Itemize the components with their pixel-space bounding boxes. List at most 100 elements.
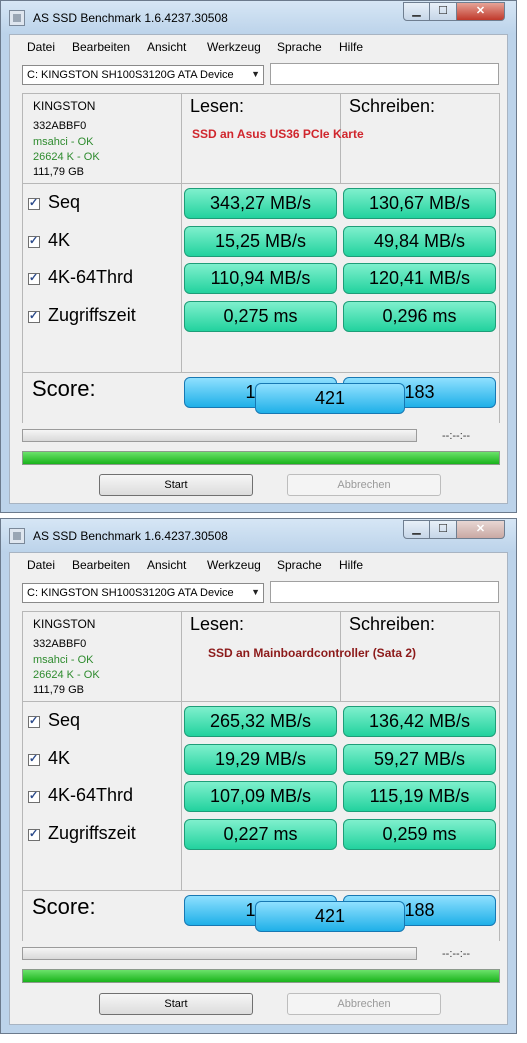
results-grid: KINGSTON 332ABBF0 msahci - OK 26624 K - …	[22, 93, 500, 423]
checkbox-zugriffszeit[interactable]	[28, 309, 40, 323]
chevron-down-icon[interactable]: ▼	[251, 69, 260, 79]
drive-info-panel: KINGSTON 332ABBF0 msahci - OK 26624 K - …	[22, 93, 182, 184]
score-total: 421	[255, 901, 405, 932]
access-time-write-value: 0,296 ms	[343, 301, 496, 332]
menu-bar: Datei Bearbeiten Ansicht Werkzeug Sprach…	[10, 553, 507, 575]
4k-read-value: 15,25 MB/s	[184, 226, 337, 257]
cancel-button[interactable]: Abbrechen	[287, 474, 441, 496]
total-progress-fill	[23, 970, 499, 982]
task-progress-bar	[22, 947, 417, 960]
start-button[interactable]: Start	[99, 993, 253, 1015]
driver-status: msahci - OK	[33, 654, 94, 666]
status-field	[270, 581, 499, 603]
access-time-write-value: 0,259 ms	[343, 819, 496, 850]
close-icon: ✕	[475, 523, 486, 535]
menu-bar: Datei Bearbeiten Ansicht Werkzeug Sprach…	[10, 35, 507, 57]
row-label-4k: 4K	[48, 748, 71, 768]
annotation-text: SSD an Mainboardcontroller (Sata 2)	[208, 646, 417, 660]
menu-ansicht[interactable]: Ansicht	[147, 558, 186, 572]
close-button[interactable]: ✕	[456, 520, 505, 539]
drive-select[interactable]: C: KINGSTON SH100S3120G ATA Device ▼	[22, 65, 264, 85]
window-title: AS SSD Benchmark 1.6.4237.30508	[33, 529, 228, 543]
maximize-icon: ☐	[438, 523, 448, 535]
close-icon: ✕	[475, 5, 486, 17]
write-header: Schreiben:	[349, 96, 436, 116]
menu-datei[interactable]: Datei	[27, 40, 55, 54]
minimize-button[interactable]: ▁	[403, 2, 430, 21]
checkbox-seq[interactable]	[28, 196, 40, 210]
annotation-text: SSD an Asus US36 PCIe Karte	[192, 127, 364, 141]
close-button[interactable]: ✕	[456, 2, 505, 21]
total-progress-bar	[22, 969, 500, 983]
title-bar[interactable]: AS SSD Benchmark 1.6.4237.30508 ▁ ☐ ✕	[1, 519, 516, 552]
row-label-seq: Seq	[48, 192, 81, 212]
score-label: Score:	[32, 376, 96, 401]
app-icon[interactable]	[9, 528, 25, 544]
drive-select-value: C: KINGSTON SH100S3120G ATA Device	[27, 587, 234, 599]
drive-size: 111,79 GB	[33, 166, 84, 178]
minimize-button[interactable]: ▁	[403, 520, 430, 539]
drive-select-value: C: KINGSTON SH100S3120G ATA Device	[27, 69, 234, 81]
benchmark-window-2: AS SSD Benchmark 1.6.4237.30508 ▁ ☐ ✕ Da…	[0, 518, 517, 1034]
4k-write-value: 59,27 MB/s	[343, 744, 496, 775]
checkbox-4k-64thrd[interactable]	[28, 271, 40, 285]
seq-read-value: 265,32 MB/s	[184, 706, 337, 737]
seq-write-value: 136,42 MB/s	[343, 706, 496, 737]
menu-datei[interactable]: Datei	[27, 558, 55, 572]
menu-hilfe[interactable]: Hilfe	[339, 40, 363, 54]
maximize-button[interactable]: ☐	[429, 2, 457, 21]
status-field	[270, 63, 499, 85]
seq-write-value: 130,67 MB/s	[343, 188, 496, 219]
results-grid: KINGSTON 332ABBF0 msahci - OK 26624 K - …	[22, 611, 500, 941]
drive-info-panel: KINGSTON 332ABBF0 msahci - OK 26624 K - …	[22, 611, 182, 702]
row-label-4k: 4K	[48, 230, 71, 250]
chevron-down-icon[interactable]: ▼	[251, 587, 260, 597]
score-label: Score:	[32, 894, 96, 919]
checkbox-4k[interactable]	[28, 234, 40, 248]
menu-hilfe[interactable]: Hilfe	[339, 558, 363, 572]
checkbox-4k[interactable]	[28, 752, 40, 766]
title-bar[interactable]: AS SSD Benchmark 1.6.4237.30508 ▁ ☐ ✕	[1, 1, 516, 34]
total-progress-fill	[23, 452, 499, 464]
drive-firmware: 332ABBF0	[33, 638, 87, 650]
row-label-4k-64thrd: 4K-64Thrd	[48, 267, 134, 287]
seq-read-value: 343,27 MB/s	[184, 188, 337, 219]
menu-ansicht[interactable]: Ansicht	[147, 40, 186, 54]
benchmark-window-1: AS SSD Benchmark 1.6.4237.30508 ▁ ☐ ✕ Da…	[0, 0, 517, 513]
menu-werkzeug[interactable]: Werkzeug	[207, 558, 261, 572]
checkbox-zugriffszeit[interactable]	[28, 827, 40, 841]
row-label-zugriffszeit: Zugriffszeit	[48, 823, 136, 843]
score-total: 421	[255, 383, 405, 414]
row-label-zugriffszeit: Zugriffszeit	[48, 305, 136, 325]
client-area: Datei Bearbeiten Ansicht Werkzeug Sprach…	[9, 34, 508, 504]
checkbox-seq[interactable]	[28, 714, 40, 728]
checkbox-4k-64thrd[interactable]	[28, 789, 40, 803]
drive-select[interactable]: C: KINGSTON SH100S3120G ATA Device ▼	[22, 583, 264, 603]
write-header-cell: Schreiben:	[340, 93, 500, 184]
row-label-seq: Seq	[48, 710, 81, 730]
menu-bearbeiten[interactable]: Bearbeiten	[72, 558, 130, 572]
4k-64thrd-read-value: 107,09 MB/s	[184, 781, 337, 812]
menu-bearbeiten[interactable]: Bearbeiten	[72, 40, 130, 54]
drive-size: 111,79 GB	[33, 684, 84, 696]
read-header: Lesen:	[190, 614, 245, 634]
total-progress-bar	[22, 451, 500, 465]
read-header: Lesen:	[190, 96, 245, 116]
app-icon[interactable]	[9, 10, 25, 26]
menu-sprache[interactable]: Sprache	[277, 558, 322, 572]
drive-model: KINGSTON	[33, 617, 96, 631]
access-time-read-value: 0,275 ms	[184, 301, 337, 332]
menu-sprache[interactable]: Sprache	[277, 40, 322, 54]
4k-read-value: 19,29 MB/s	[184, 744, 337, 775]
4k-64thrd-read-value: 110,94 MB/s	[184, 263, 337, 294]
elapsed-time: --:--:--	[442, 948, 471, 960]
menu-werkzeug[interactable]: Werkzeug	[207, 40, 261, 54]
start-button[interactable]: Start	[99, 474, 253, 496]
4k-write-value: 49,84 MB/s	[343, 226, 496, 257]
minimize-icon: ▁	[412, 5, 421, 17]
driver-status: msahci - OK	[33, 136, 94, 148]
cancel-button[interactable]: Abbrechen	[287, 993, 441, 1015]
drive-firmware: 332ABBF0	[33, 120, 87, 132]
maximize-button[interactable]: ☐	[429, 520, 457, 539]
drive-model: KINGSTON	[33, 99, 96, 113]
